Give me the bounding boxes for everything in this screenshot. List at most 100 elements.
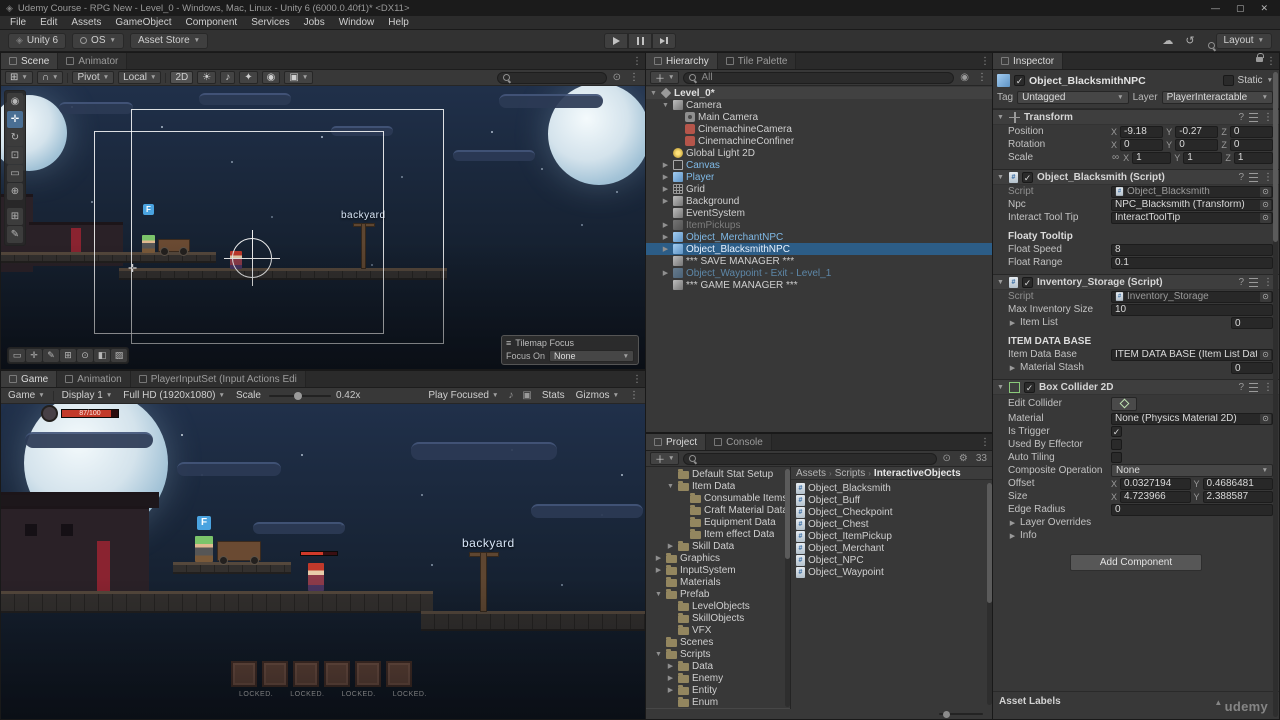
float-speed-field[interactable]: 8 [1111, 243, 1273, 256]
offset-x-field[interactable]: 0.0327194 [1120, 477, 1191, 490]
foldout-icon[interactable]: ▶ [666, 674, 675, 682]
folder-row[interactable]: VFX [646, 624, 790, 636]
script-field[interactable]: Inventory_Storage⊙ [1111, 290, 1273, 303]
help-icon[interactable]: ? [1237, 382, 1245, 393]
foldout-icon[interactable]: ▼ [654, 651, 663, 658]
item-database-object-field[interactable]: ITEM DATA BASE (Item List Data SO)⊙ [1111, 348, 1273, 361]
foldout-icon[interactable]: ▶ [654, 554, 663, 562]
folder-row-active[interactable]: InteractiveObjects [646, 708, 790, 709]
tab-inspector[interactable]: Inspector [993, 53, 1064, 69]
material-stash-size-field[interactable]: 0 [1231, 361, 1273, 374]
float-range-field[interactable]: 0.1 [1111, 256, 1273, 269]
play-button[interactable] [604, 32, 628, 49]
hierarchy-item[interactable]: CinemachineCamera [646, 123, 993, 135]
hierarchy-item[interactable]: Global Light 2D [646, 147, 993, 159]
folder-row[interactable]: Default Stat Setup [646, 468, 790, 480]
foldout-icon[interactable]: ▶ [661, 173, 670, 181]
constrain-proportions-icon[interactable]: ∞ [1111, 152, 1120, 163]
hierarchy-item-selected[interactable]: ▶ Object_BlacksmithNPC [646, 243, 993, 255]
tile-picker-tool-icon[interactable]: ⊙ [77, 349, 93, 362]
component-enabled-checkbox[interactable]: ✓ [1022, 276, 1033, 288]
folder-row[interactable]: ▼ Item Data [646, 480, 790, 492]
hierarchy-tab-menu-icon[interactable]: ⋮ [977, 53, 993, 69]
vsync-icon[interactable]: ▣ [520, 390, 533, 401]
display-dropdown[interactable]: Display 1 ▼ [59, 390, 116, 401]
scrollbar-handle[interactable] [785, 469, 790, 559]
object-picker-button[interactable]: ⊙ [1260, 291, 1271, 302]
folder-row[interactable]: Enum [646, 696, 790, 708]
create-object-button[interactable]: ＋ ▼ [650, 71, 680, 85]
hierarchy-item[interactable]: CinemachineConfiner [646, 135, 993, 147]
foldout-icon[interactable]: ▶ [661, 245, 670, 253]
gizmos-toggle-icon[interactable]: ⊙ [611, 72, 623, 83]
folder-row[interactable]: ▶ Entity [646, 684, 790, 696]
tab-animation[interactable]: Animation [57, 371, 131, 387]
folder-row[interactable]: ▶ InputSystem [646, 564, 790, 576]
preset-icon[interactable] [1249, 277, 1258, 287]
minimize-button[interactable]: — [1211, 3, 1220, 14]
folder-row[interactable]: SkillObjects [646, 612, 790, 624]
tab-scene[interactable]: Scene [1, 53, 59, 69]
custom-tool-icon[interactable]: ✎ [7, 226, 23, 243]
foldout-icon[interactable]: ▶ [666, 686, 675, 694]
foldout-icon[interactable]: ▼ [666, 483, 675, 490]
tooltip-object-field[interactable]: InteractToolTip ⊙ [1111, 211, 1273, 224]
game-toolbar-menu-icon[interactable]: ⋮ [627, 390, 641, 401]
scene-search-input[interactable] [514, 72, 602, 83]
folder-row[interactable]: ▶ Enemy [646, 672, 790, 684]
scale-slider[interactable] [268, 391, 331, 400]
create-asset-button[interactable]: ＋ ▼ [650, 452, 680, 466]
folder-row[interactable]: Consumable Items Data [646, 492, 790, 504]
foldout-icon[interactable]: ▼ [661, 102, 670, 109]
add-component-button[interactable]: Add Component [1070, 554, 1202, 571]
rotation-y-field[interactable]: 0 [1175, 138, 1219, 151]
offset-y-field[interactable]: 0.4686481 [1202, 477, 1273, 490]
position-x-field[interactable]: -9.18 [1120, 125, 1164, 138]
rotate-tool-icon[interactable]: ↻ [7, 129, 23, 146]
foldout-icon[interactable]: ▶ [666, 662, 675, 670]
inspector-tab-menu-icon[interactable]: ⋮ [1263, 53, 1279, 69]
foldout-icon[interactable]: ▼ [996, 279, 1005, 286]
foldout-icon[interactable]: ▶ [661, 161, 670, 169]
resolution-dropdown[interactable]: Full HD (1920x1080) ▼ [120, 390, 228, 401]
folder-row[interactable]: Scenes [646, 636, 790, 648]
scene-visibility-icon[interactable]: ◉ [261, 71, 281, 84]
tab-tile-palette[interactable]: Tile Palette [717, 53, 797, 69]
snap-settings-button[interactable]: ∩ ▼ [36, 71, 64, 84]
folder-row[interactable]: Equipment Data [646, 516, 790, 528]
foldout-icon[interactable]: ▶ [661, 221, 670, 229]
transform-header[interactable]: ▼ Transform ? ⋮ [993, 109, 1279, 125]
tile-brush-tool-icon[interactable]: ✎ [43, 349, 59, 362]
tab-hierarchy[interactable]: Hierarchy [646, 53, 718, 69]
static-checkbox[interactable] [1222, 75, 1234, 86]
breadcrumb-current[interactable]: InteractiveObjects [874, 468, 961, 479]
hierarchy-item[interactable]: ▶ ItemPickups [646, 219, 993, 231]
asset-store-button[interactable]: Asset Store ▼ [129, 32, 209, 49]
hierarchy-item[interactable]: ▶ Background [646, 195, 993, 207]
tile-select-tool-icon[interactable]: ▭ [9, 349, 25, 362]
scene-toolbar-menu-icon[interactable]: ⋮ [627, 72, 641, 83]
game-viewport[interactable]: F backyard LOCKED. LOCKED. LOCKED. LOCKE… [1, 404, 645, 719]
menu-services[interactable]: Services [244, 17, 296, 28]
layout-dropdown[interactable]: Layout ▼ [1215, 32, 1272, 49]
hierarchy-item[interactable]: *** GAME MANAGER *** [646, 279, 993, 291]
object-picker-button[interactable]: ⊙ [1260, 349, 1271, 360]
rect-tool-icon[interactable]: ▭ [7, 165, 23, 182]
file-row[interactable]: Object_ItemPickup [796, 530, 993, 542]
hierarchy-item[interactable]: ▶ Object_MerchantNPC [646, 231, 993, 243]
file-row[interactable]: Object_Waypoint [796, 566, 993, 578]
hierarchy-item[interactable]: Main Camera [646, 111, 993, 123]
blacksmith-script-header[interactable]: ▼ ✓ Object_Blacksmith (Script) ? ⋮ [993, 169, 1279, 185]
focus-on-dropdown[interactable]: None ▼ [549, 350, 634, 362]
2d-toggle-button[interactable]: 2D [170, 71, 194, 84]
position-y-field[interactable]: -0.27 [1175, 125, 1219, 138]
tab-console[interactable]: Console [706, 434, 772, 450]
menu-jobs[interactable]: Jobs [297, 17, 332, 28]
object-name[interactable]: Object_BlacksmithNPC [1029, 75, 1219, 87]
hierarchy-search-input[interactable] [701, 72, 950, 83]
folder-row[interactable]: ▶ Graphics [646, 552, 790, 564]
lighting-toggle-icon[interactable]: ☀ [197, 71, 217, 84]
hierarchy-item[interactable]: *** SAVE MANAGER *** [646, 255, 993, 267]
grid-settings-button[interactable]: ⊞ ▼ [5, 71, 33, 84]
effects-toggle-icon[interactable]: ✦ [239, 71, 258, 84]
